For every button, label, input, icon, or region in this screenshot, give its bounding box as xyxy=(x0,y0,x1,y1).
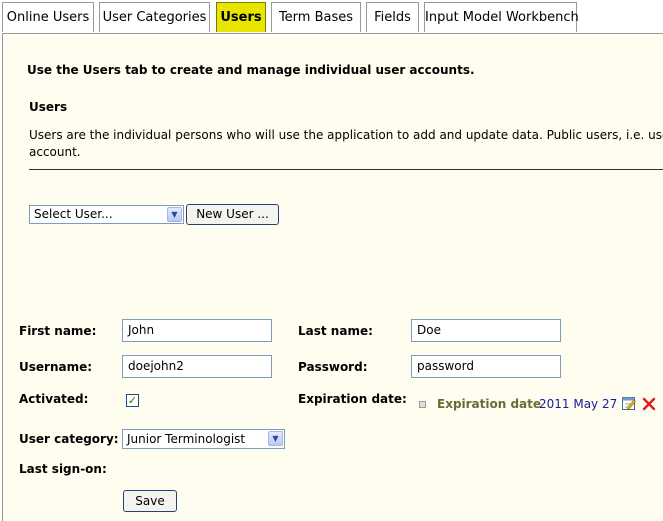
username-input[interactable]: doejohn2 xyxy=(122,355,272,378)
tab-term-bases[interactable]: Term Bases xyxy=(271,2,361,32)
user-category-label: User category: xyxy=(19,432,119,446)
activated-label: Activated: xyxy=(19,392,89,406)
edit-calendar-icon[interactable] xyxy=(622,396,636,410)
section-description: Users are the individual persons who wil… xyxy=(29,127,663,161)
select-user-dropdown[interactable]: Select User... ▼ xyxy=(29,205,184,224)
first-name-label: First name: xyxy=(19,324,97,338)
expand-bullet-icon[interactable] xyxy=(419,401,426,408)
chevron-down-icon[interactable]: ▼ xyxy=(167,207,182,222)
expiration-date-label: Expiration date: xyxy=(298,392,407,406)
new-user-button[interactable]: New User ... xyxy=(186,204,279,225)
password-input[interactable]: password xyxy=(411,355,561,378)
section-description-line-2: account. xyxy=(29,145,81,159)
checkmark-icon: ✓ xyxy=(127,394,138,407)
user-category-dropdown[interactable]: Junior Terminologist ▼ xyxy=(122,429,285,449)
save-button[interactable]: Save xyxy=(123,490,177,512)
tab-input-model-workbench[interactable]: Input Model Workbench xyxy=(424,2,579,32)
expiration-date-value: 2011 May 27 xyxy=(539,397,618,411)
first-name-input[interactable]: John xyxy=(122,319,272,342)
user-category-value: Junior Terminologist xyxy=(127,432,246,446)
red-x-icon[interactable] xyxy=(642,397,656,411)
last-name-input[interactable]: Doe xyxy=(411,319,561,342)
select-user-value: Select User... xyxy=(34,207,113,221)
last-sign-on-label: Last sign-on: xyxy=(19,462,107,476)
users-panel xyxy=(2,33,663,521)
username-label: Username: xyxy=(19,360,93,374)
tab-bar: Online Users User Categories Users Term … xyxy=(0,0,663,34)
intro-text: Use the Users tab to create and manage i… xyxy=(27,63,475,77)
tab-user-categories[interactable]: User Categories xyxy=(99,2,210,32)
activated-checkbox[interactable]: ✓ xyxy=(126,394,139,407)
divider xyxy=(29,169,663,170)
tab-online-users[interactable]: Online Users xyxy=(2,2,94,32)
password-label: Password: xyxy=(298,360,368,374)
chevron-down-icon[interactable]: ▼ xyxy=(268,431,283,446)
expiration-field-label: Expiration date xyxy=(437,397,542,411)
last-name-label: Last name: xyxy=(298,324,373,338)
section-description-line-1: Users are the individual persons who wil… xyxy=(29,128,663,142)
tab-users[interactable]: Users xyxy=(216,2,266,32)
tab-fields[interactable]: Fields xyxy=(366,2,419,32)
section-heading: Users xyxy=(29,100,68,114)
